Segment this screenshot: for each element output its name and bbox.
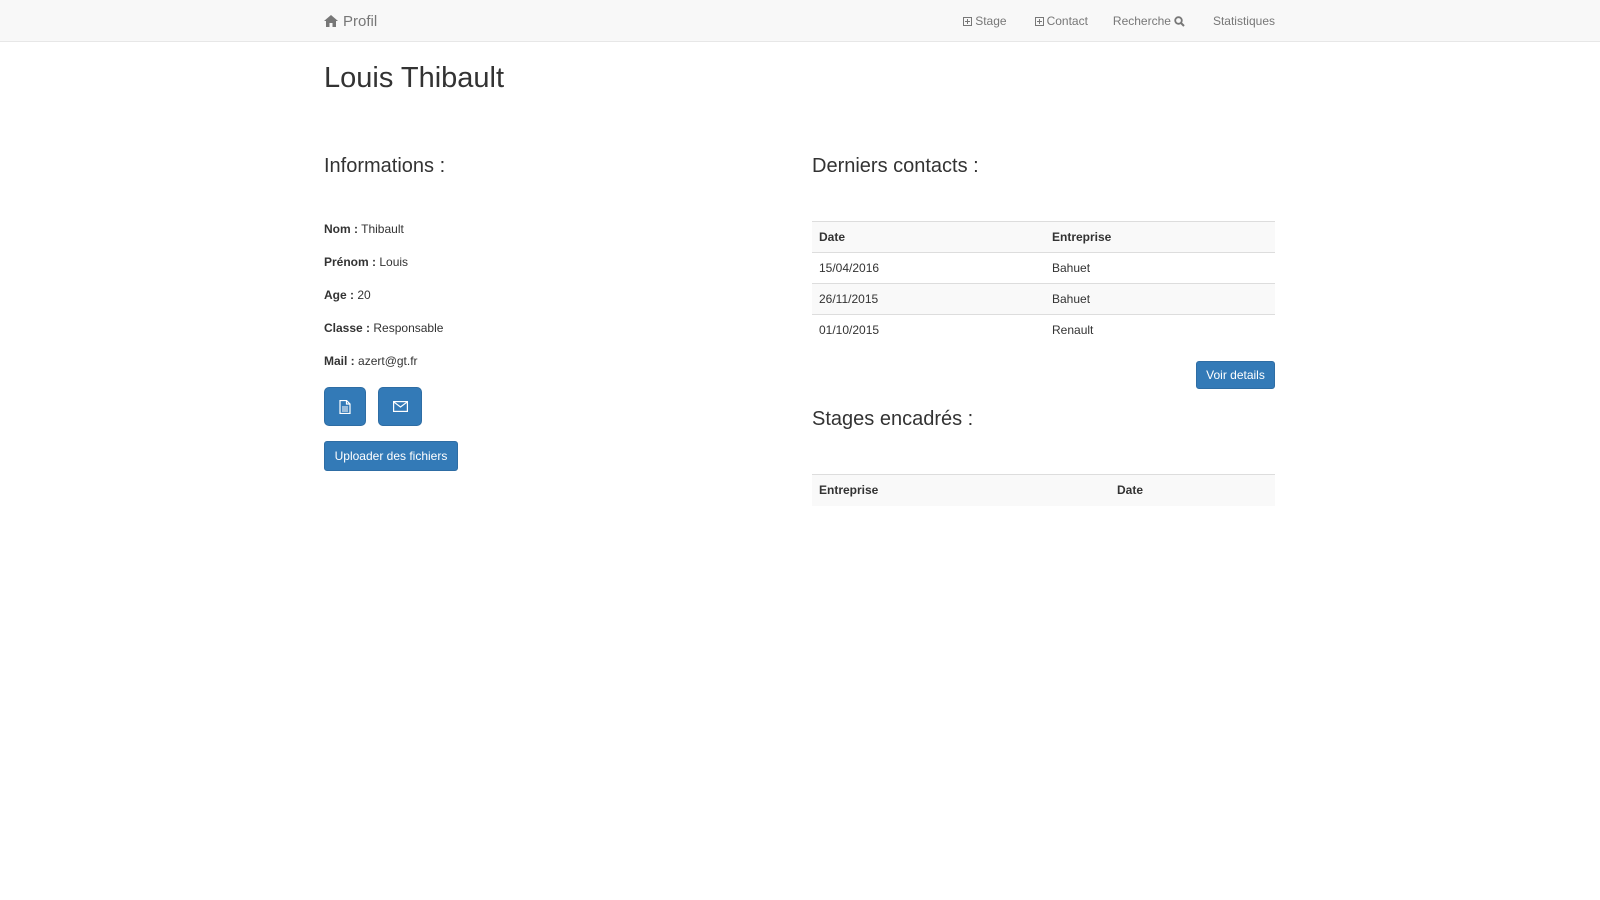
table-header-row: Entreprise Date <box>812 474 1275 506</box>
column-header-entreprise: Entreprise <box>812 474 1110 506</box>
document-button[interactable] <box>324 387 366 426</box>
info-nom-label: Nom : <box>324 222 358 236</box>
table-header-row: Date Entreprise <box>812 221 1275 253</box>
info-mail: Mail : azert@gt.fr <box>324 354 418 368</box>
info-mail-label: Mail : <box>324 354 355 368</box>
column-header-date: Date <box>1110 474 1275 506</box>
contact-date: 01/10/2015 <box>812 314 1045 346</box>
contact-entreprise: Bahuet <box>1045 252 1275 284</box>
info-classe-label: Classe : <box>324 321 371 335</box>
nav-item-statistiques-label: Statistiques <box>1212 14 1275 28</box>
voir-details-button[interactable]: Voir details <box>1196 361 1275 389</box>
info-age-value: 20 <box>357 288 371 302</box>
home-icon <box>324 15 338 27</box>
stages-table: Entreprise Date <box>812 474 1275 506</box>
search-icon <box>1174 15 1185 27</box>
mail-button[interactable] <box>378 387 422 426</box>
info-prenom-value: Louis <box>379 255 409 269</box>
nav-menu: Stage Contact Recherche Statistiques <box>935 0 1275 42</box>
info-prenom: Prénom : Louis <box>324 255 408 269</box>
nav-item-stage-label: Stage <box>975 14 1007 28</box>
file-text-icon <box>339 399 351 414</box>
nav-item-statistiques[interactable]: Statistiques <box>1213 14 1275 28</box>
contact-date: 15/04/2016 <box>812 252 1045 284</box>
nav-item-recherche[interactable]: Recherche <box>1113 14 1188 28</box>
brand-label: Profil <box>343 12 378 30</box>
info-nom-value: Thibault <box>361 222 404 236</box>
column-header-entreprise: Entreprise <box>1045 221 1275 253</box>
info-prenom-label: Prénom : <box>324 255 377 269</box>
page-title: Louis Thibault <box>324 62 505 94</box>
info-classe: Classe : Responsable <box>324 321 443 335</box>
info-mail-value: azert@gt.fr <box>358 354 418 368</box>
plus-square-icon <box>1034 16 1044 26</box>
nav-item-contact-label: Contact <box>1046 14 1088 28</box>
contacts-title: Derniers contacts : <box>812 155 979 177</box>
nav-item-contact[interactable]: Contact <box>1032 14 1088 28</box>
info-classe-value: Responsable <box>373 321 444 335</box>
table-row: 15/04/2016 Bahuet <box>812 252 1275 284</box>
stages-title: Stages encadrés : <box>812 408 974 430</box>
contacts-table: Date Entreprise 15/04/2016 Bahuet 26/11/… <box>812 221 1275 346</box>
contact-date: 26/11/2015 <box>812 283 1045 315</box>
envelope-icon <box>392 401 408 412</box>
nav-item-recherche-label: Recherche <box>1112 14 1171 28</box>
contact-entreprise: Renault <box>1045 314 1275 346</box>
brand-link[interactable]: Profil <box>324 0 377 42</box>
plus-square-icon <box>963 16 973 26</box>
info-age-label: Age : <box>324 288 354 302</box>
table-row: 26/11/2015 Bahuet <box>812 283 1275 315</box>
informations-title: Informations : <box>324 155 446 177</box>
contact-entreprise: Bahuet <box>1045 283 1275 315</box>
table-row: 01/10/2015 Renault <box>812 314 1275 346</box>
info-age: Age : 20 <box>324 288 371 302</box>
upload-files-button[interactable]: Uploader des fichiers <box>324 441 458 471</box>
info-nom: Nom : Thibault <box>324 222 404 236</box>
nav-item-stage[interactable]: Stage <box>960 14 1007 28</box>
top-navbar: Profil Stage Contact Recherche Statistiq… <box>0 0 1600 42</box>
column-header-date: Date <box>812 221 1045 253</box>
